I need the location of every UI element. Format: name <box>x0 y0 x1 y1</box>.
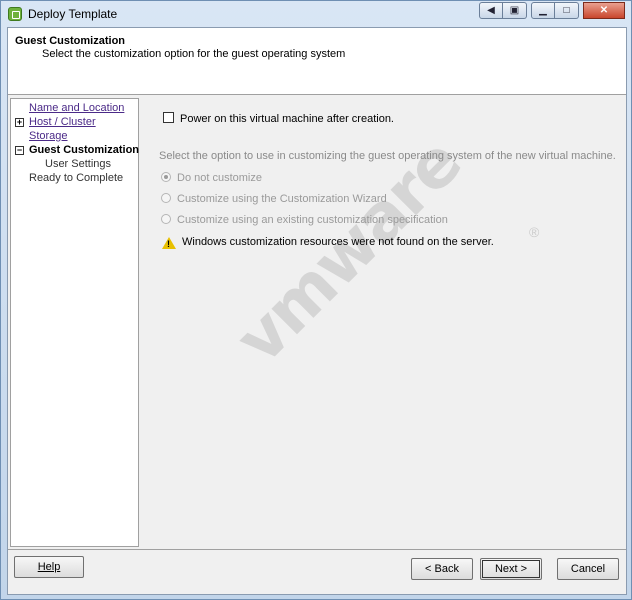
collapse-minus-icon[interactable]: − <box>15 146 24 155</box>
wizard-header: Guest Customization Select the customiza… <box>8 28 626 95</box>
minimize-icon[interactable]: ▁ <box>531 2 555 19</box>
title-bar-controls: ◀ ▣ ▁ □ ✕ <box>479 2 625 22</box>
nav-step-guest-customization: Guest Customization <box>29 144 140 156</box>
radio-label-customization-wizard[interactable]: Customize using the Customization Wizard <box>177 193 387 205</box>
nav-step-host-cluster[interactable]: Host / Cluster <box>29 116 96 128</box>
warning-icon: ! <box>162 237 176 249</box>
radio-label-do-not-customize[interactable]: Do not customize <box>177 172 262 184</box>
radio-customization-wizard[interactable] <box>161 193 171 203</box>
wizard-step-nav: Name and Location + Host / Cluster Stora… <box>10 98 139 547</box>
nav-step-user-settings: User Settings <box>45 158 112 170</box>
close-icon[interactable]: ✕ <box>583 2 625 19</box>
cancel-button[interactable]: Cancel <box>557 558 619 580</box>
wizard-client-area: Guest Customization Select the customiza… <box>7 27 627 595</box>
deploy-template-window: Deploy Template ◀ ▣ ▁ □ ✕ Guest Customiz… <box>0 0 632 600</box>
vsphere-app-icon <box>8 7 22 21</box>
nav-step-storage[interactable]: Storage <box>29 130 68 142</box>
radio-do-not-customize[interactable] <box>161 172 171 182</box>
power-on-label[interactable]: Power on this virtual machine after crea… <box>180 113 394 125</box>
page-title: Guest Customization <box>15 35 126 47</box>
customization-prompt: Select the option to use in customizing … <box>159 150 616 162</box>
radio-label-existing-specification[interactable]: Customize using an existing customizatio… <box>177 214 448 226</box>
restore-icon[interactable]: ▣ <box>503 2 527 19</box>
radio-existing-specification[interactable] <box>161 214 171 224</box>
watermark-registered-mark: ® <box>529 224 540 240</box>
help-button[interactable]: Help <box>14 556 84 578</box>
maximize-icon[interactable]: □ <box>555 2 579 19</box>
vmware-watermark: vmware <box>221 124 476 379</box>
page-subtitle: Select the customization option for the … <box>42 48 346 60</box>
warning-message: Windows customization resources were not… <box>182 236 494 248</box>
next-button-label: Next > <box>494 563 528 575</box>
cancel-button-label: Cancel <box>570 563 606 575</box>
back-button[interactable]: < Back <box>411 558 473 580</box>
help-button-label: Help <box>37 561 61 573</box>
back-button-label: < Back <box>425 563 459 575</box>
next-button[interactable]: Next > <box>480 558 542 580</box>
window-title: Deploy Template <box>28 7 118 21</box>
footer-divider <box>8 549 626 550</box>
step-content: vmware ® Power on this virtual machine a… <box>141 98 625 547</box>
title-bar: Deploy Template ◀ ▣ ▁ □ ✕ <box>1 1 631 27</box>
power-on-checkbox[interactable] <box>163 112 174 123</box>
expand-plus-icon[interactable]: + <box>15 118 24 127</box>
nav-step-ready-to-complete: Ready to Complete <box>29 172 124 184</box>
nav-step-name-and-location[interactable]: Name and Location <box>29 102 124 114</box>
back-icon[interactable]: ◀ <box>479 2 503 19</box>
